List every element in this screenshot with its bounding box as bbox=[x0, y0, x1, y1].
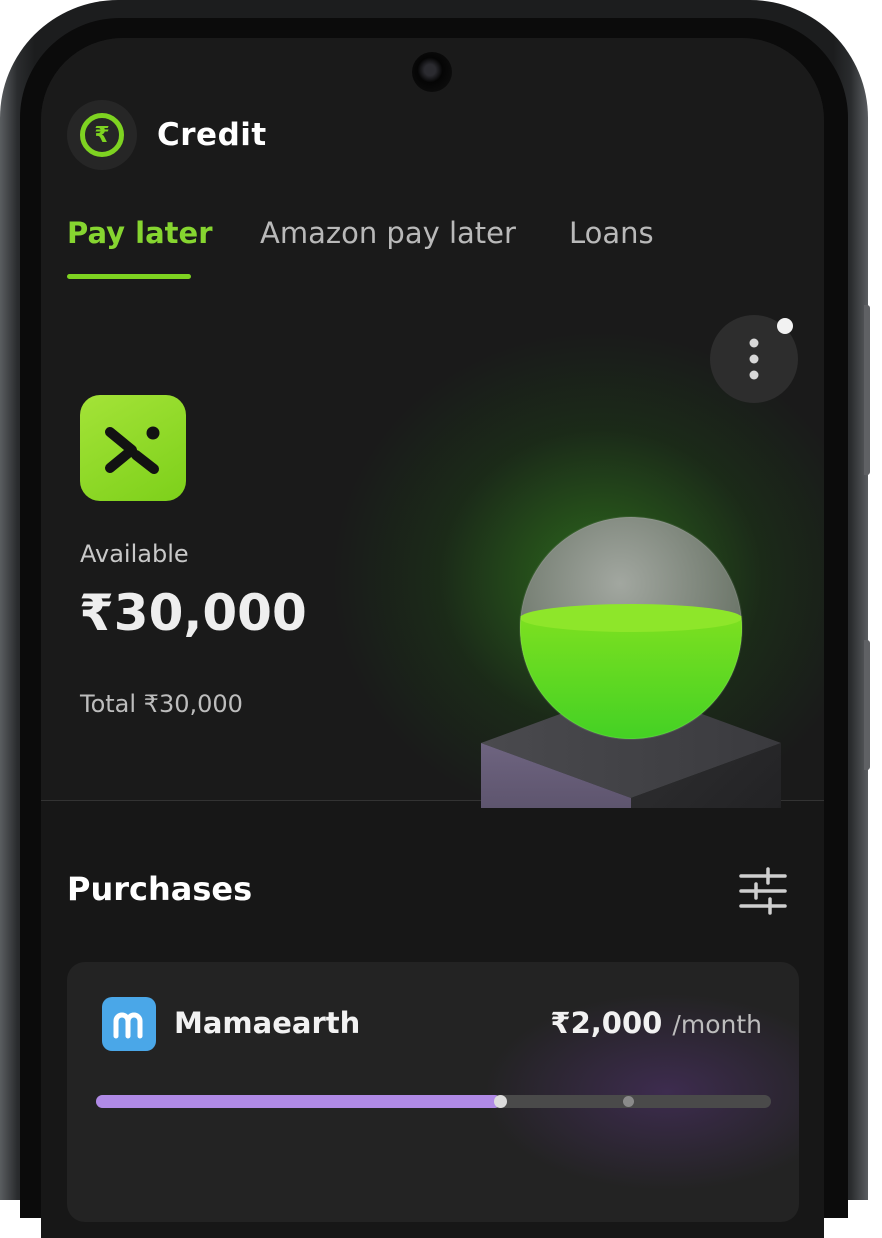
sliders-icon bbox=[739, 867, 787, 915]
merchant-name: Mamaearth bbox=[174, 1006, 361, 1040]
total-limit: Total ₹30,000 bbox=[80, 690, 243, 718]
purchases-heading: Purchases bbox=[67, 870, 253, 908]
available-amount: ₹30,000 bbox=[79, 584, 307, 642]
page-title: Credit bbox=[157, 117, 267, 153]
front-camera bbox=[412, 52, 452, 92]
available-label: Available bbox=[80, 540, 189, 568]
emi-value: ₹2,000 bbox=[550, 1006, 663, 1040]
repayment-progress-fill bbox=[96, 1095, 501, 1108]
tab-loans[interactable]: Loans bbox=[569, 216, 654, 250]
app-header: ₹ Credit bbox=[67, 100, 267, 170]
active-tab-indicator bbox=[67, 274, 191, 279]
notification-dot bbox=[777, 318, 793, 334]
tab-amazon-pay-later[interactable]: Amazon pay later bbox=[260, 216, 516, 250]
emi-amount: ₹2,000 /month bbox=[550, 1006, 762, 1040]
credit-hero-section: ₹ Credit Pay later Amazon pay later Loan… bbox=[41, 38, 824, 808]
tab-pay-later[interactable]: Pay later bbox=[67, 216, 213, 250]
repayment-progress-knob bbox=[494, 1095, 507, 1108]
credit-orb-illustration bbox=[481, 516, 781, 808]
repayment-progress-bar bbox=[96, 1095, 771, 1108]
purchase-card[interactable]: Mamaearth ₹2,000 /month bbox=[67, 962, 799, 1222]
emi-unit: /month bbox=[672, 1010, 762, 1039]
volume-button bbox=[864, 640, 870, 770]
more-vertical-icon bbox=[749, 338, 759, 380]
filter-button[interactable] bbox=[738, 866, 788, 916]
mamaearth-logo-icon bbox=[102, 997, 156, 1051]
rupee-circle-icon: ₹ bbox=[67, 100, 137, 170]
rupee-glyph: ₹ bbox=[80, 113, 124, 157]
brand-x-logo-icon bbox=[80, 395, 186, 501]
phone-screen: ₹ Credit Pay later Amazon pay later Loan… bbox=[41, 38, 824, 1238]
repayment-progress-marker bbox=[623, 1096, 635, 1107]
power-button bbox=[864, 305, 870, 475]
